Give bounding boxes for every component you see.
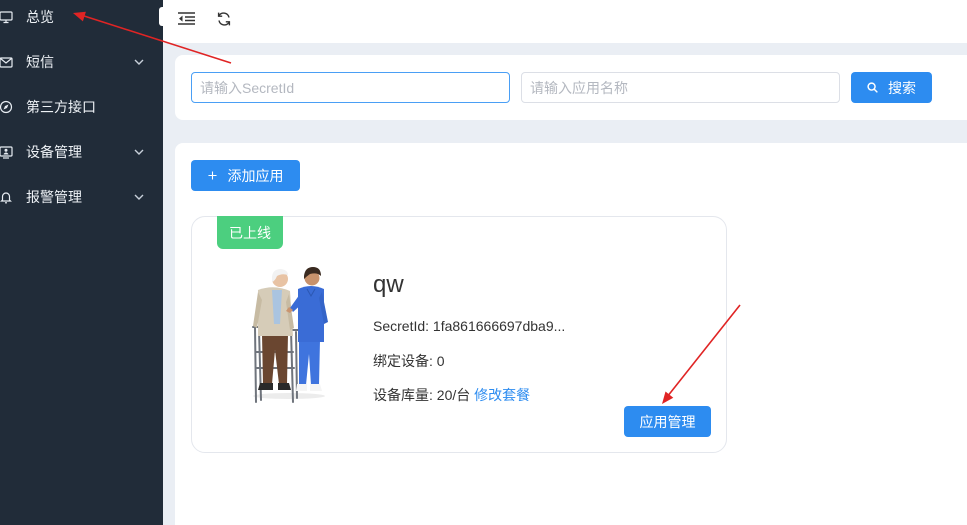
- status-badge: 已上线: [217, 216, 283, 249]
- sidebar-item-label: 第三方接口: [26, 99, 96, 115]
- sidebar-item-sms[interactable]: 短信: [0, 40, 163, 85]
- capacity-label: 设备库量:: [373, 387, 433, 403]
- sidebar-item-label: 总览: [26, 9, 54, 25]
- outdent-icon[interactable]: [178, 12, 195, 25]
- search-icon: [867, 82, 878, 93]
- sidebar: 总览 短信 第三方接口 设备管理 报警管理: [0, 0, 163, 525]
- add-app-button[interactable]: 添加应用: [191, 160, 300, 191]
- app-name-input[interactable]: [521, 72, 840, 103]
- secret-id-value: 1fa861666697dba9...: [432, 318, 566, 334]
- search-panel: 搜索: [175, 55, 967, 120]
- app-manage-button[interactable]: 应用管理: [624, 406, 711, 437]
- sidebar-item-third-party-api[interactable]: 第三方接口: [0, 85, 163, 130]
- top-header: [163, 0, 967, 43]
- app-card: 已上线 qw SecretId: 1fa861666697dba9... 绑定设…: [191, 216, 727, 453]
- secret-id-label: SecretId:: [373, 318, 430, 334]
- sidebar-item-overview[interactable]: 总览: [0, 0, 163, 40]
- bound-devices-label: 绑定设备:: [373, 353, 433, 369]
- compass-icon: [0, 100, 13, 114]
- app-list-panel: 添加应用 已上线 qw SecretId: 1fa861666697dba9..…: [175, 143, 967, 525]
- bound-devices-value: 0: [436, 353, 445, 369]
- refresh-icon[interactable]: [216, 11, 232, 27]
- add-app-button-label: 添加应用: [227, 167, 284, 184]
- search-button[interactable]: 搜索: [851, 72, 932, 103]
- device-icon: [0, 145, 13, 159]
- chevron-down-icon: [133, 191, 145, 203]
- sidebar-item-label: 设备管理: [26, 144, 82, 160]
- monitor-icon: [0, 10, 13, 24]
- sidebar-item-label: 报警管理: [26, 189, 82, 205]
- app-illustration: [244, 264, 334, 409]
- secret-id-input[interactable]: [191, 72, 510, 103]
- search-button-label: 搜索: [888, 79, 916, 96]
- capacity-row: 设备库量: 20/台 修改套餐: [373, 385, 530, 405]
- app-name: qw: [373, 271, 404, 298]
- sidebar-item-alarm-management[interactable]: 报警管理: [0, 175, 163, 220]
- bound-devices-row: 绑定设备: 0: [373, 351, 445, 371]
- capacity-value: 20/台: [436, 387, 471, 403]
- bell-icon: [0, 190, 13, 204]
- change-plan-link[interactable]: 修改套餐: [474, 387, 530, 403]
- secret-id-row: SecretId: 1fa861666697dba9...: [373, 316, 565, 336]
- plus-icon: [207, 171, 217, 180]
- envelope-icon: [0, 55, 13, 69]
- chevron-down-icon: [133, 56, 145, 68]
- sidebar-item-label: 短信: [26, 54, 54, 70]
- sidebar-item-device-management[interactable]: 设备管理: [0, 130, 163, 175]
- chevron-down-icon: [133, 146, 145, 158]
